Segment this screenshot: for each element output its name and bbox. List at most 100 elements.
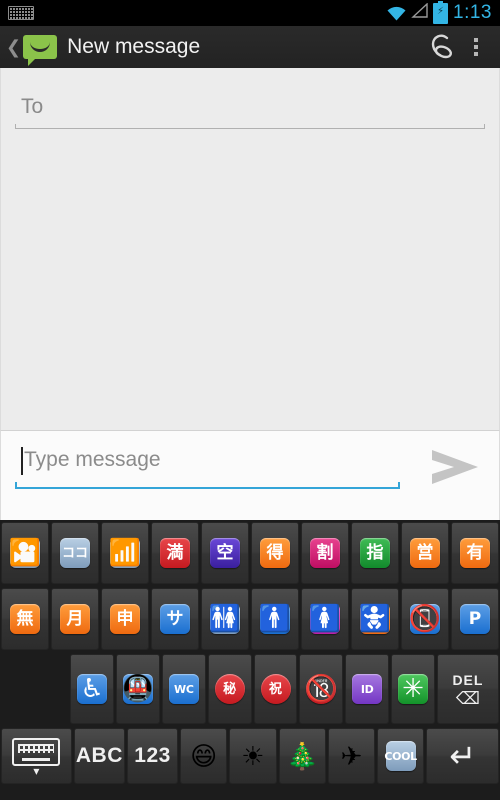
emoji-man-full-badge: 満 (160, 538, 190, 568)
recipient-underline (15, 124, 485, 129)
emoji-baby-symbol-badge: 🚼 (358, 604, 392, 634)
emoji-service-charge-label: サ (166, 608, 184, 629)
emoji-wheelchair-glyph: ♿ (80, 674, 104, 704)
emoji-cinema[interactable]: 🎦 (1, 522, 49, 584)
emoji-signal-strength[interactable]: 📶 (101, 522, 149, 584)
delete-key-label: DEL (452, 671, 484, 688)
message-placeholder: Type message (24, 448, 161, 471)
overflow-menu-icon[interactable] (462, 30, 490, 64)
action-bar: ❮ New message (0, 26, 500, 69)
emoji-no-one-under-eighteen[interactable]: 🔞 (299, 654, 344, 724)
emoji-application-badge: 申 (110, 604, 140, 634)
numeric-key[interactable]: 123 (126, 728, 179, 784)
emoji-category-smileys[interactable]: 😄 (180, 728, 228, 784)
enter-key[interactable]: ↵ (426, 728, 499, 784)
emoji-womens-room[interactable]: 🚺 (301, 588, 349, 650)
emoji-not-free-of-charge[interactable]: 有 (451, 522, 499, 584)
function-row: ▾ ABC 123 😄 ☀ 🎄 ✈ COOL ↵ (0, 726, 500, 786)
wifi-icon (387, 6, 406, 21)
emoji-application-label: 申 (116, 608, 134, 629)
emoji-water-closet-badge: WC (168, 674, 199, 704)
emoji-mens-room[interactable]: 🚹 (251, 588, 299, 650)
emoji-vacancy[interactable]: 空 (201, 522, 249, 584)
emoji-signal-strength-badge: 📶 (108, 538, 142, 568)
emoji-metro[interactable]: 🚇 (116, 654, 160, 724)
emoji-monthly-amount[interactable]: 月 (51, 588, 99, 650)
emoji-restroom-badge: 🚻 (209, 604, 241, 634)
emoji-free-of-charge-label: 無 (16, 608, 34, 629)
emoji-application[interactable]: 申 (101, 588, 149, 650)
message-compose-bar: Type message (0, 430, 500, 520)
emoji-cinema-badge: 🎦 (9, 538, 41, 568)
emoji-service-charge-badge: サ (160, 604, 190, 634)
emoji-id-button-badge: ID (352, 674, 383, 704)
abc-key-label: ABC (75, 744, 123, 767)
emoji-bargain-badge: 得 (260, 538, 290, 568)
battery-charging-icon: ⚡ (433, 0, 449, 24)
cool-label: COOL (384, 749, 417, 763)
emoji-service-charge[interactable]: サ (151, 588, 199, 650)
emoji-secret[interactable]: 秘 (207, 654, 252, 724)
keyboard-hide-icon: ▾ (12, 737, 61, 777)
emoji-free-of-charge[interactable]: 無 (1, 588, 49, 650)
status-bar-notifications (0, 6, 387, 20)
emoji-discount[interactable]: 割 (301, 522, 349, 584)
emoji-wheelchair-badge: ♿ (77, 674, 108, 704)
emoji-discount-badge: 割 (310, 538, 340, 568)
action-bar-actions (424, 30, 500, 64)
send-arrow-icon (432, 450, 478, 484)
emoji-reserved[interactable]: 指 (351, 522, 399, 584)
emoji-wheelchair[interactable]: ♿ (70, 654, 115, 724)
emoji-mens-room-badge: 🚹 (259, 604, 291, 634)
emoji-no-one-under-eighteen-badge: 🔞 (305, 674, 338, 704)
backspace-icon: ⌫ (455, 688, 480, 708)
emoji-vacancy-badge: 空 (210, 538, 240, 568)
emoji-category-symbols[interactable]: COOL (377, 728, 425, 784)
back-chevron-icon[interactable]: ❮ (0, 38, 23, 56)
paperclip-icon[interactable] (424, 30, 458, 64)
emoji-womens-room-glyph: 🚺 (308, 604, 342, 634)
emoji-congratulations[interactable]: 祝 (253, 654, 298, 724)
emoji-parking[interactable]: P (451, 588, 499, 650)
sms-bubble-icon[interactable] (23, 35, 58, 66)
emoji-congratulations-badge: 祝 (260, 674, 291, 704)
emoji-koko-here[interactable]: ココ (51, 522, 99, 584)
emoji-bargain[interactable]: 得 (251, 522, 299, 584)
text-caret (21, 447, 23, 475)
message-input-wrapper[interactable]: Type message (1, 431, 411, 489)
status-bar: ⚡ 1:13 (0, 0, 500, 26)
emoji-id-button[interactable]: ID (345, 654, 390, 724)
delete-key[interactable]: DEL ⌫ (436, 654, 499, 724)
emoji-vacancy-label: 空 (216, 542, 234, 563)
status-bar-indicators: ⚡ 1:13 (387, 0, 500, 24)
android-sms-compose-screen: ⚡ 1:13 ❮ New message To Type message 🎦 コ… (0, 0, 500, 800)
emoji-metro-badge: 🚇 (122, 674, 154, 704)
emoji-open-for-business-badge: 営 (410, 538, 440, 568)
emoji-parking-badge: P (460, 604, 490, 634)
emoji-baby-symbol-glyph: 🚼 (358, 604, 392, 634)
emoji-baby-symbol[interactable]: 🚼 (351, 588, 399, 650)
emoji-category-travel[interactable]: ✈ (327, 728, 375, 784)
emoji-no-mobile-phones-badge: 📵 (409, 604, 441, 634)
emoji-eight-spoked-asterisk[interactable]: ✳ (391, 654, 435, 724)
emoji-water-closet-label: WC (174, 682, 194, 696)
recipient-input[interactable]: To (13, 90, 487, 128)
emoji-category-nature[interactable]: ☀ (229, 728, 277, 784)
emoji-eight-spoked-asterisk-badge: ✳ (398, 674, 428, 704)
emoji-signal-strength-glyph: 📶 (108, 538, 142, 568)
emoji-row-3: ♿ 🚇 WC 秘 祝 🔞 ID ✳ DEL ⌫ (0, 652, 500, 726)
hide-keyboard-key[interactable]: ▾ (1, 728, 72, 784)
return-icon: ↵ (449, 738, 477, 774)
emoji-man-full[interactable]: 満 (151, 522, 199, 584)
emoji-row-2: 無 月 申 サ 🚻 🚹 🚺 🚼 📵 P (0, 586, 500, 652)
emoji-no-mobile-phones[interactable]: 📵 (401, 588, 449, 650)
emoji-koko-here-badge: ココ (60, 538, 90, 568)
status-bar-clock: 1:13 (453, 2, 492, 23)
send-button[interactable] (411, 431, 499, 503)
emoji-water-closet[interactable]: WC (161, 654, 206, 724)
emoji-category-celebration[interactable]: 🎄 (278, 728, 326, 784)
emoji-restroom[interactable]: 🚻 (201, 588, 249, 650)
emoji-open-for-business[interactable]: 営 (401, 522, 449, 584)
abc-key[interactable]: ABC (73, 728, 125, 784)
message-underline (15, 482, 400, 489)
